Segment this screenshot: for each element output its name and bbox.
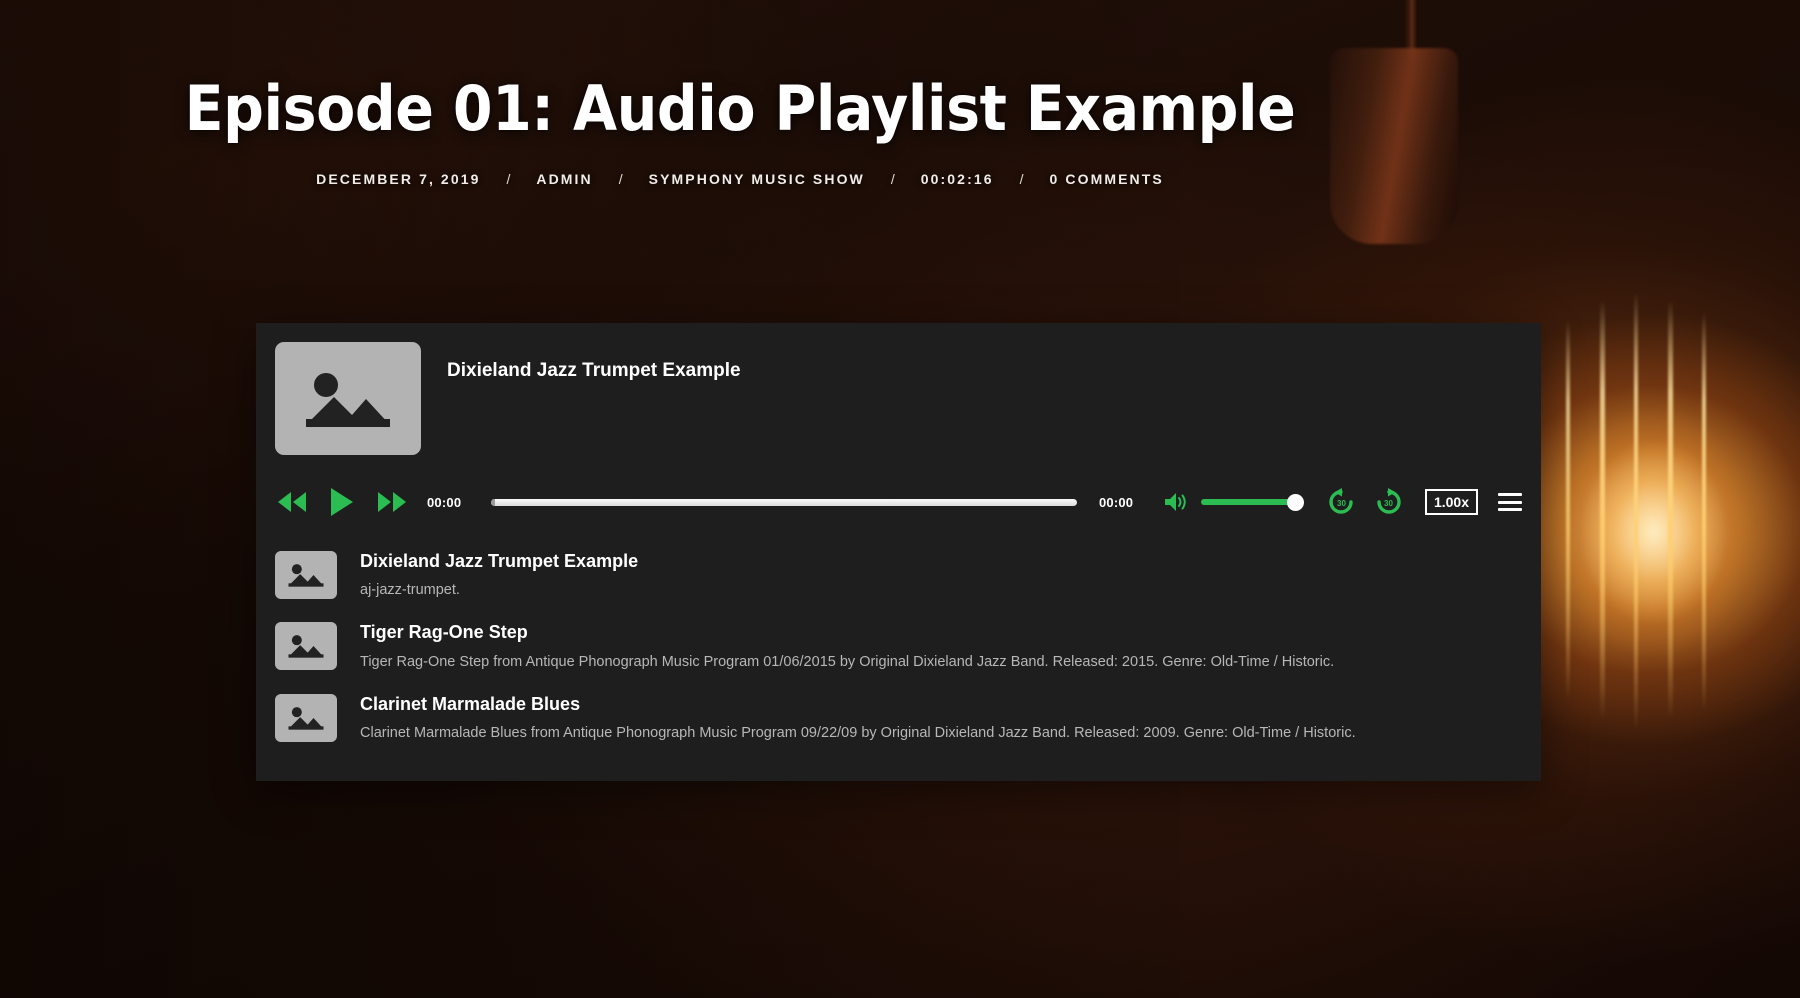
playlist-item-description: Tiger Rag-One Step from Antique Phonogra… bbox=[360, 653, 1335, 670]
volume-icon bbox=[1164, 493, 1186, 511]
player-controls: 00:00 00:00 30 30 1.00x bbox=[256, 471, 1541, 533]
bulb-glass bbox=[1498, 282, 1798, 782]
svg-text:30: 30 bbox=[1384, 499, 1393, 508]
volume-knob[interactable] bbox=[1286, 493, 1304, 511]
playlist-item-title: Dixieland Jazz Trumpet Example bbox=[360, 551, 639, 571]
playlist-item-text: Tiger Rag-One Step Tiger Rag-One Step fr… bbox=[360, 620, 1334, 673]
image-placeholder-icon bbox=[306, 372, 390, 427]
image-placeholder-icon bbox=[288, 706, 324, 730]
volume-button[interactable] bbox=[1163, 490, 1189, 514]
rewind-icon bbox=[278, 492, 306, 512]
post-meta-row: DECEMBER 7, 2019 / ADMIN / SYMPHONY MUSI… bbox=[0, 171, 1480, 187]
svg-text:30: 30 bbox=[1337, 499, 1346, 508]
post-header: Episode 01: Audio Playlist Example DECEM… bbox=[0, 0, 1480, 187]
player-menu-button[interactable] bbox=[1498, 491, 1522, 513]
image-placeholder-icon bbox=[288, 635, 324, 658]
fast-forward-button[interactable] bbox=[375, 487, 409, 517]
filament-5 bbox=[1566, 320, 1570, 700]
duration-time: 00:00 bbox=[1098, 494, 1134, 510]
meta-separator: / bbox=[890, 170, 895, 187]
fast-forward-icon bbox=[378, 492, 406, 512]
playback-speed-button[interactable]: 1.00x bbox=[1424, 489, 1478, 515]
playlist-item-title: Clarinet Marmalade Blues bbox=[360, 693, 581, 714]
playlist-item-thumbnail bbox=[275, 622, 337, 671]
post-date: DECEMBER 7, 2019 bbox=[316, 170, 481, 187]
meta-separator: / bbox=[506, 170, 511, 187]
replay-30-icon: 30 bbox=[1329, 488, 1353, 514]
page-root: Episode 01: Audio Playlist Example DECEM… bbox=[0, 0, 1800, 998]
playlist-item-thumbnail bbox=[275, 693, 337, 742]
post-comments[interactable]: 0 COMMENTS bbox=[1050, 171, 1164, 187]
list-item[interactable]: Dixieland Jazz Trumpet Example aj-jazz-t… bbox=[275, 539, 1522, 610]
image-placeholder-icon bbox=[288, 564, 324, 587]
now-playing-title: Dixieland Jazz Trumpet Example bbox=[447, 360, 741, 381]
play-icon bbox=[331, 488, 353, 516]
playlist-item-text: Dixieland Jazz Trumpet Example aj-jazz-t… bbox=[360, 549, 638, 602]
meta-separator: / bbox=[618, 170, 623, 187]
post-author[interactable]: ADMIN bbox=[536, 171, 592, 187]
page-title: Episode 01: Audio Playlist Example bbox=[184, 72, 1296, 145]
meta-separator: / bbox=[1019, 170, 1024, 187]
hamburger-menu-icon bbox=[1498, 493, 1522, 496]
now-playing-artwork bbox=[275, 342, 421, 455]
progress-fill bbox=[491, 498, 495, 506]
filament-2 bbox=[1634, 292, 1638, 732]
play-button[interactable] bbox=[325, 485, 359, 519]
progress-track bbox=[491, 498, 1077, 506]
forward-30-icon: 30 bbox=[1377, 488, 1401, 514]
filament-4 bbox=[1702, 312, 1706, 712]
playlist-item-text: Clarinet Marmalade Blues Clarinet Marmal… bbox=[360, 692, 1356, 745]
playlist-item-title: Tiger Rag-One Step bbox=[360, 622, 528, 643]
now-playing-section: Dixieland Jazz Trumpet Example bbox=[256, 323, 1541, 471]
playlist-item-description: Clarinet Marmalade Blues from Antique Ph… bbox=[360, 724, 1356, 741]
post-category[interactable]: SYMPHONY MUSIC SHOW bbox=[649, 171, 865, 187]
list-item[interactable]: Clarinet Marmalade Blues Clarinet Marmal… bbox=[275, 682, 1522, 753]
skip-forward-30-button[interactable]: 30 bbox=[1373, 486, 1405, 518]
hamburger-menu-icon bbox=[1498, 500, 1522, 504]
playlist-item-description: aj-jazz-trumpet. bbox=[360, 582, 460, 599]
skip-back-30-button[interactable]: 30 bbox=[1325, 486, 1357, 518]
progress-slider[interactable] bbox=[491, 493, 1077, 511]
hamburger-menu-icon bbox=[1498, 508, 1522, 511]
audio-player-panel: Dixieland Jazz Trumpet Example 00:00 00:… bbox=[256, 323, 1541, 781]
rewind-button[interactable] bbox=[275, 487, 309, 517]
playlist-item-thumbnail bbox=[275, 551, 337, 599]
post-duration: 00:02:16 bbox=[920, 170, 994, 187]
playlist: Dixieland Jazz Trumpet Example aj-jazz-t… bbox=[256, 533, 1541, 781]
list-item[interactable]: Tiger Rag-One Step Tiger Rag-One Step fr… bbox=[275, 610, 1522, 681]
filament-1 bbox=[1600, 300, 1605, 720]
current-time: 00:00 bbox=[427, 494, 462, 510]
volume-track bbox=[1200, 499, 1301, 505]
volume-slider[interactable] bbox=[1200, 493, 1304, 511]
filament-3 bbox=[1668, 300, 1673, 720]
